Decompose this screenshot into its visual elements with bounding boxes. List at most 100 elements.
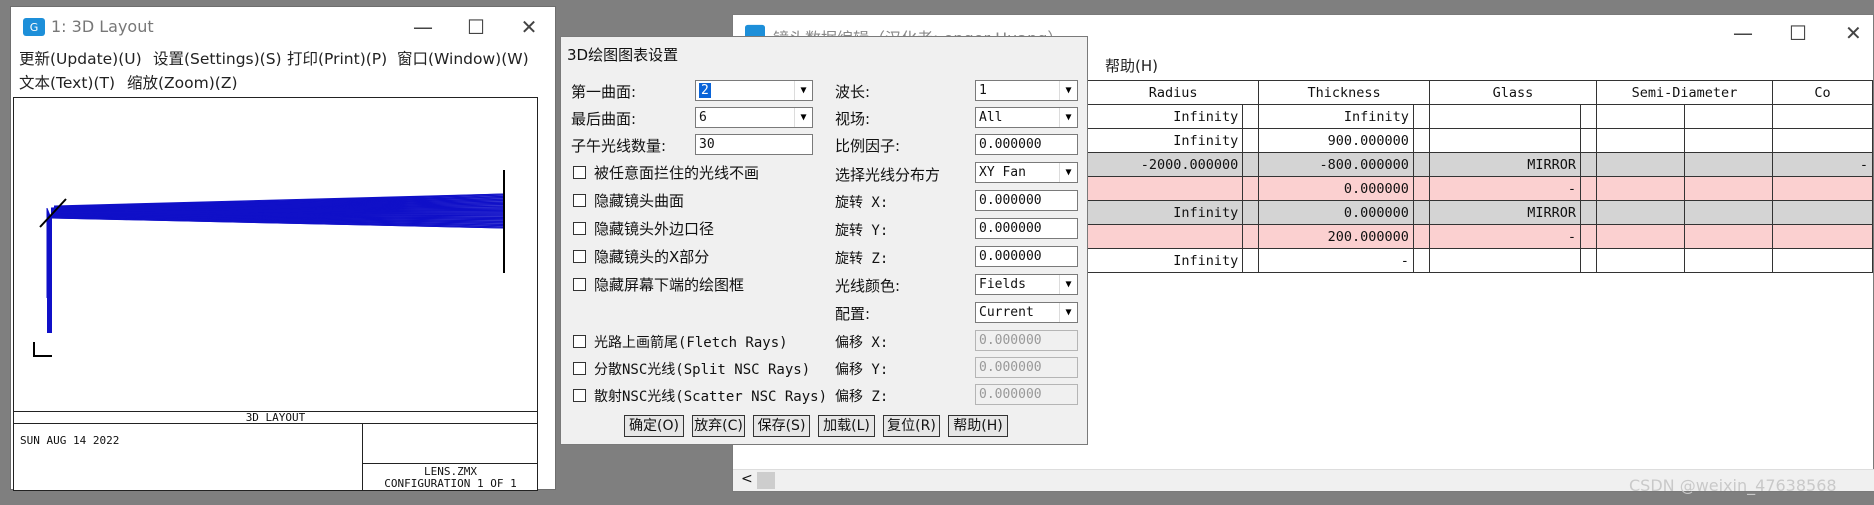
solve-cell[interactable] [1412,152,1430,177]
reset-button[interactable]: 复位(R) [883,415,940,437]
rotate-x-input[interactable]: 0.000000 [975,190,1078,211]
chevron-down-icon[interactable]: ▼ [1059,108,1077,127]
cell-glass[interactable]: MIRROR [1428,200,1582,225]
offset-y-input[interactable]: 0.000000 [975,357,1078,378]
solve-cell[interactable] [1684,104,1773,129]
cell-semi-diameter[interactable] [1596,224,1685,249]
menu-print[interactable]: 打印(Print)(P) [287,47,387,69]
cell-semi-diameter[interactable] [1596,176,1685,201]
scale-input[interactable]: 0.000000 [975,134,1078,155]
chevron-down-icon[interactable]: ▼ [794,81,812,100]
cell-thickness[interactable]: - [1258,248,1414,273]
field-select[interactable]: All ▼ [975,107,1078,128]
cell-glass[interactable]: - [1428,176,1582,201]
checkbox-hide-surfaces[interactable] [573,194,586,207]
ray-pattern-select[interactable]: XY Fan ▼ [975,162,1078,183]
solve-cell[interactable] [1580,104,1597,129]
cell-radius[interactable]: Infinity [1086,200,1244,225]
ray-color-select[interactable]: Fields ▼ [975,274,1078,295]
cell-thickness[interactable]: 200.000000 [1258,224,1414,249]
wavelength-select[interactable]: 1 ▼ [975,80,1078,101]
solve-cell[interactable] [1684,200,1773,225]
table-row[interactable]: Infinity 900.000000 [1086,128,1873,153]
solve-cell[interactable] [1242,248,1260,273]
menu-settings[interactable]: 设置(Settings)(S) [153,47,282,69]
checkbox-hide-frame[interactable] [573,278,586,291]
table-row[interactable]: 0.000000- [1086,176,1873,201]
maximize-button[interactable]: ☐ [456,13,496,41]
solve-cell[interactable] [1242,152,1260,177]
meridional-rays-input[interactable]: 30 [695,134,813,155]
solve-cell[interactable] [1242,176,1260,201]
solve-cell[interactable] [1684,224,1773,249]
last-surface-select[interactable]: 6 ▼ [695,107,813,128]
menu-text[interactable]: 文本(Text)(T) [19,71,115,93]
checkbox-hide-x[interactable] [573,250,586,263]
offset-x-input[interactable]: 0.000000 [975,330,1078,351]
cell-conic[interactable]: - [1772,152,1873,177]
col-header-semi-diameter[interactable]: Semi-Diameter [1596,80,1773,105]
table-row[interactable]: Infinity - [1086,248,1873,273]
cell-glass[interactable]: - [1428,224,1582,249]
cell-thickness[interactable]: 0.000000 [1258,200,1414,225]
solve-cell[interactable] [1580,176,1597,201]
cell-glass[interactable] [1428,248,1582,273]
menu-help[interactable]: 帮助(H) [1105,55,1158,76]
chevron-down-icon[interactable]: ▼ [1059,163,1077,182]
table-row[interactable]: 200.000000- [1086,224,1873,249]
col-header-conic[interactable]: Co [1772,80,1873,105]
minimize-button[interactable]: — [403,13,443,41]
solve-cell[interactable] [1684,176,1773,201]
checkbox-fletch-rays[interactable] [573,335,586,348]
col-header-thickness[interactable]: Thickness [1258,80,1430,105]
ok-button[interactable]: 确定(O) [624,415,684,437]
menu-window[interactable]: 窗口(Window)(W) [397,47,529,69]
rotate-y-input[interactable]: 0.000000 [975,218,1078,239]
load-button[interactable]: 加载(L) [818,415,875,437]
chevron-down-icon[interactable]: ▼ [1059,275,1077,294]
editor-close-button[interactable]: ✕ [1845,21,1862,45]
cell-thickness[interactable]: 0.000000 [1258,176,1414,201]
cell-glass[interactable] [1428,128,1582,153]
table-row[interactable]: Infinity 0.000000 MIRROR [1086,200,1873,225]
cell-radius[interactable]: Infinity [1086,248,1244,273]
editor-minimize-button[interactable]: — [1733,21,1753,45]
solve-cell[interactable] [1412,128,1430,153]
chevron-down-icon[interactable]: ▼ [794,108,812,127]
solve-cell[interactable] [1580,224,1597,249]
scroll-left-icon[interactable]: < [741,471,753,487]
config-select[interactable]: Current ▼ [975,302,1078,323]
solve-cell[interactable] [1684,128,1773,153]
menu-update[interactable]: 更新(Update)(U) [19,47,142,69]
col-header-radius[interactable]: Radius [1086,80,1260,105]
cell-radius[interactable]: Infinity [1086,128,1244,153]
offset-z-input[interactable]: 0.000000 [975,384,1078,405]
cell-conic[interactable] [1772,200,1873,225]
solve-cell[interactable] [1580,152,1597,177]
solve-cell[interactable] [1242,128,1260,153]
scroll-thumb[interactable] [757,472,775,489]
solve-cell[interactable] [1242,104,1260,129]
checkbox-scatter-nsc[interactable] [573,389,586,402]
cell-conic[interactable] [1772,176,1873,201]
cell-thickness[interactable]: 900.000000 [1258,128,1414,153]
cell-conic[interactable] [1772,128,1873,153]
rotate-z-input[interactable]: 0.000000 [975,246,1078,267]
cell-conic[interactable] [1772,104,1873,129]
chevron-down-icon[interactable]: ▼ [1059,81,1077,100]
table-row[interactable]: Infinity Infinity [1086,104,1873,129]
cell-thickness[interactable]: Infinity [1258,104,1414,129]
solve-cell[interactable] [1580,200,1597,225]
table-row[interactable]: -2000.000000 -800.000000 MIRROR - [1086,152,1873,177]
cell-semi-diameter[interactable] [1596,248,1685,273]
menu-zoom[interactable]: 缩放(Zoom)(Z) [127,71,238,93]
cancel-button[interactable]: 放弃(C) [692,415,745,437]
cell-semi-diameter[interactable] [1596,152,1685,177]
first-surface-select[interactable]: 2 ▼ [695,80,813,101]
help-button[interactable]: 帮助(H) [948,415,1008,437]
solve-cell[interactable] [1242,200,1260,225]
save-button[interactable]: 保存(S) [753,415,810,437]
cell-conic[interactable] [1772,248,1873,273]
col-header-glass[interactable]: Glass [1428,80,1598,105]
close-button[interactable]: ✕ [509,13,549,41]
